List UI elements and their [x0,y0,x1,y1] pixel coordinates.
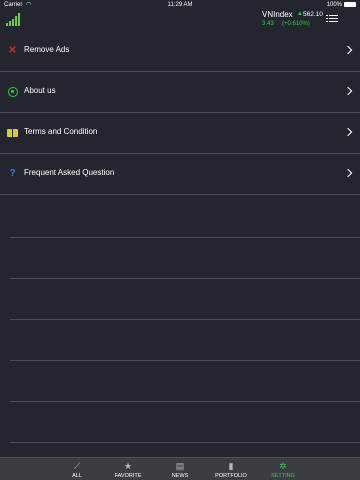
battery-percent: 100% [326,2,342,8]
tab-portfolio[interactable]: ▮ PORTFOLIO [207,458,255,480]
status-time: 11:29 AM [167,2,193,8]
star-icon: ★ [123,461,133,471]
list-icon[interactable] [326,14,338,24]
remove-x-icon: ✕ [8,45,17,56]
tab-news[interactable]: ▤ NEWS [156,458,204,480]
tab-label: PORTFOLIO [215,473,247,479]
newspaper-icon: ▤ [175,461,185,471]
menu-item-label: Remove Ads [24,45,70,54]
question-icon: ? [9,168,16,179]
menu-item-remove-ads[interactable]: ✕ Remove Ads [0,31,360,72]
gear-icon: ✲ [279,461,287,471]
tab-label: SETTING [271,473,295,479]
tab-bar: ⟋ ALL ★ FAVORITE ▤ NEWS ▮ PORTFOLIO ✲ SE… [0,457,360,480]
menu-item-faq[interactable]: ? Frequent Asked Question [0,154,360,195]
divider [10,360,360,361]
tab-all[interactable]: ⟋ ALL [53,458,101,480]
about-icon [7,86,18,97]
divider [10,442,360,443]
index-price: 562.10 [303,11,323,18]
chevron-right-icon [343,127,353,137]
divider [10,237,360,238]
menu-item-label: Terms and Condition [24,127,98,136]
battery-icon [344,2,356,7]
index-name: VNIndex [262,10,293,19]
chevron-right-icon [343,86,353,96]
chart-icon: ⟋ [73,461,81,471]
status-bar: Carrier ◠ 11:29 AM 100% [0,0,360,10]
tab-setting[interactable]: ✲ SETTING [259,458,307,480]
bar-chart-logo [6,12,20,26]
chevron-right-icon [343,45,353,55]
tab-label: ALL [72,473,82,479]
chevron-right-icon [343,168,353,178]
menu-item-label: Frequent Asked Question [24,168,115,177]
divider [10,278,360,279]
divider [10,401,360,402]
tab-label: FAVORITE [114,473,142,479]
portfolio-icon: ▮ [228,461,234,471]
settings-menu: ✕ Remove Ads About us Terms and Conditio… [0,31,360,195]
menu-item-label: About us [24,86,56,95]
index-change: 3.43 [262,21,274,27]
menu-item-about-us[interactable]: About us [0,72,360,113]
book-icon [7,127,18,138]
index-change-percent: (+0.610%) [282,21,310,27]
divider [10,319,360,320]
tab-label: NEWS [171,473,189,479]
menu-item-terms[interactable]: Terms and Condition [0,113,360,154]
tab-favorite[interactable]: ★ FAVORITE [104,458,152,480]
